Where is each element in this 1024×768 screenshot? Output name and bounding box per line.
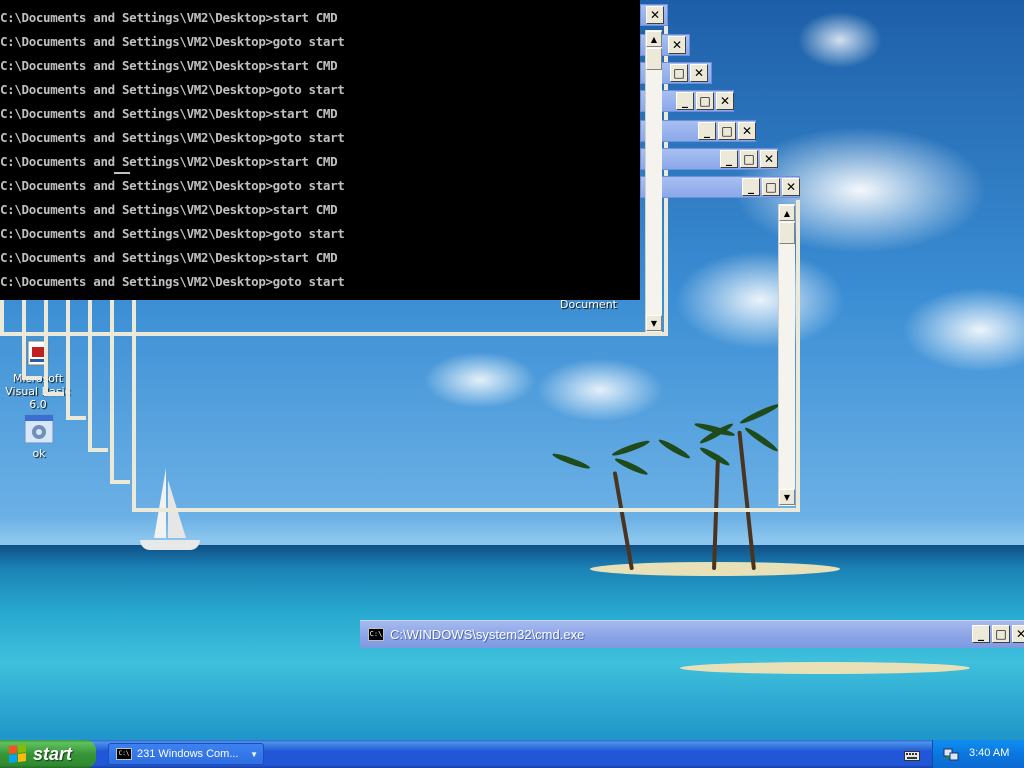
clock[interactable]: 3:40 AM <box>969 747 1009 759</box>
close-button[interactable]: ✕ <box>782 178 800 196</box>
chevron-down-icon: ▼ <box>250 749 258 759</box>
taskbar: start C:\ 231 Windows Com... ▼ 3:40 AM <box>0 740 1024 768</box>
cmd-window[interactable]: C:\ C:\WINDOWS\system32\cmd.exe _ □ ✕ <box>360 620 1024 740</box>
minimize-button[interactable]: _ <box>972 625 990 643</box>
cmd-window-island-detail <box>680 662 970 674</box>
scroll-thumb[interactable] <box>779 222 795 244</box>
minimize-button[interactable]: _ <box>720 150 738 168</box>
maximize-button[interactable]: □ <box>696 92 714 110</box>
console-line: C:\Documents and Settings\VM2\Desktop>go… <box>0 178 345 193</box>
minimize-button[interactable]: _ <box>742 178 760 196</box>
console-line: C:\Documents and Settings\VM2\Desktop>st… <box>0 58 338 73</box>
scroll-up-button[interactable]: ▲ <box>779 205 795 221</box>
cmd-icon: C:\ <box>116 748 132 760</box>
start-label: start <box>33 743 73 764</box>
maximize-button[interactable]: □ <box>992 625 1010 643</box>
window-controls-3: □ ✕ <box>670 64 708 82</box>
console-line: C:\Documents and Settings\VM2\Desktop>go… <box>0 226 345 241</box>
close-button[interactable]: ✕ <box>760 150 778 168</box>
window-controls-6: _ □ ✕ <box>720 150 778 168</box>
console-line: C:\Documents and Settings\VM2\Desktop>go… <box>0 274 345 289</box>
maximize-button[interactable]: □ <box>762 178 780 196</box>
window-controls-4: _ □ ✕ <box>676 92 734 110</box>
cmd-window-controls: _ □ ✕ <box>972 625 1024 643</box>
minimize-button[interactable]: _ <box>676 92 694 110</box>
ok-label: ok <box>32 447 46 460</box>
window-controls-5: _ □ ✕ <box>698 122 756 140</box>
close-button[interactable]: ✕ <box>690 64 708 82</box>
console-line: C:\Documents and Settings\VM2\Desktop>st… <box>0 106 338 121</box>
vertical-scrollbar-7[interactable]: ▲ ▼ <box>778 204 795 506</box>
maximize-button[interactable]: □ <box>718 122 736 140</box>
taskbar-group-button-windows-command[interactable]: C:\ 231 Windows Com... ▼ <box>108 743 264 765</box>
console-line: C:\Documents and Settings\VM2\Desktop>go… <box>0 34 345 49</box>
console-line: C:\Documents and Settings\VM2\Desktop>st… <box>0 202 338 217</box>
window-controls-1: ✕ <box>646 6 664 24</box>
close-button[interactable]: ✕ <box>1012 625 1024 643</box>
window-controls-2: ✕ <box>668 36 686 54</box>
text-cursor <box>114 172 130 174</box>
desktop-icon-ok[interactable]: ok <box>0 413 79 460</box>
scroll-up-button[interactable]: ▲ <box>646 31 662 47</box>
cmd-icon: C:\ <box>368 628 384 641</box>
console-line: C:\Documents and Settings\VM2\Desktop>go… <box>0 82 345 97</box>
keyboard-icon[interactable] <box>904 747 920 761</box>
system-tray: 3:40 AM <box>932 740 1024 768</box>
console-line: C:\Documents and Settings\VM2\Desktop>st… <box>0 10 338 25</box>
console-line: C:\Documents and Settings\VM2\Desktop>go… <box>0 130 345 145</box>
scroll-down-button[interactable]: ▼ <box>646 315 662 331</box>
close-button[interactable]: ✕ <box>646 6 664 24</box>
close-button[interactable]: ✕ <box>738 122 756 140</box>
console-output[interactable]: C:\Documents and Settings\VM2\Desktop>st… <box>0 0 640 300</box>
start-button[interactable]: start <box>0 740 96 768</box>
scroll-thumb[interactable] <box>646 48 662 70</box>
console-line: C:\Documents and Settings\VM2\Desktop>st… <box>0 154 338 169</box>
network-icon[interactable] <box>943 746 959 762</box>
cmd-window-title: C:\WINDOWS\system32\cmd.exe <box>390 627 585 642</box>
taskbar-group-label: 231 Windows Com... <box>137 748 239 760</box>
minimize-button[interactable]: _ <box>698 122 716 140</box>
close-button[interactable]: ✕ <box>668 36 686 54</box>
batch-file-gear-icon <box>23 413 55 445</box>
windows-logo-icon <box>9 744 27 764</box>
maximize-button[interactable]: □ <box>670 64 688 82</box>
close-button[interactable]: ✕ <box>716 92 734 110</box>
scroll-down-button[interactable]: ▼ <box>779 489 795 505</box>
cmd-window-titlebar[interactable]: C:\ C:\WINDOWS\system32\cmd.exe _ □ ✕ <box>360 620 1024 648</box>
maximize-button[interactable]: □ <box>740 150 758 168</box>
console-line: C:\Documents and Settings\VM2\Desktop>st… <box>0 250 338 265</box>
window-controls-7: _ □ ✕ <box>742 178 800 196</box>
vertical-scrollbar-1[interactable]: ▲ ▼ <box>645 30 662 332</box>
